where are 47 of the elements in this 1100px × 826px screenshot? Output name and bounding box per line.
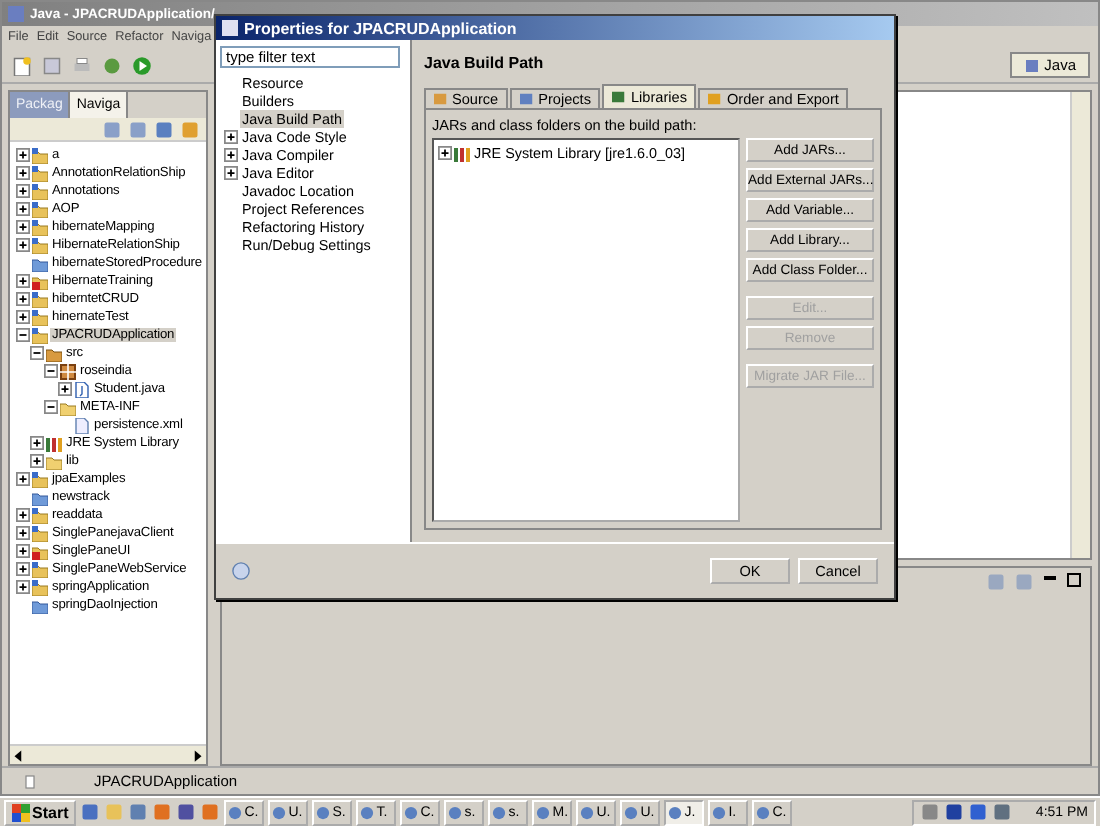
scrollbar[interactable] — [1070, 92, 1090, 558]
scrollbar[interactable] — [10, 744, 206, 764]
status-icon — [22, 773, 38, 789]
expand-icon[interactable] — [16, 220, 30, 234]
collapse-icon[interactable] — [16, 328, 30, 342]
tab-icon — [708, 92, 723, 106]
expand-icon[interactable] — [16, 202, 30, 216]
library-icon — [46, 435, 62, 451]
collapse-icon[interactable] — [44, 400, 58, 414]
package-icon — [60, 363, 76, 379]
collapse-icon[interactable] — [44, 364, 58, 378]
expand-icon[interactable] — [16, 526, 30, 540]
expand-icon[interactable] — [438, 146, 452, 160]
dialog-title: Properties for JPACRUDApplication — [244, 19, 517, 37]
expand-icon[interactable] — [58, 382, 72, 396]
expand-icon[interactable] — [16, 184, 30, 198]
expand-icon[interactable] — [16, 472, 30, 486]
tab-icon — [520, 92, 535, 106]
run-icon[interactable] — [132, 55, 152, 75]
expand-icon[interactable] — [16, 238, 30, 252]
expand-icon[interactable] — [16, 166, 30, 180]
expand-icon[interactable] — [16, 310, 30, 324]
expand-icon[interactable] — [16, 580, 30, 594]
start-button[interactable]: Start — [4, 799, 77, 825]
expand-icon[interactable] — [224, 130, 238, 144]
tab-icon — [612, 90, 627, 104]
expand-icon[interactable] — [16, 292, 30, 306]
new-icon[interactable] — [12, 55, 32, 75]
expand-icon[interactable] — [16, 274, 30, 288]
file-icon — [74, 417, 90, 433]
expand-icon[interactable] — [16, 148, 30, 162]
expand-icon[interactable] — [16, 544, 30, 558]
expand-icon[interactable] — [16, 562, 30, 576]
expand-icon[interactable] — [30, 436, 44, 450]
expand-icon[interactable] — [224, 148, 238, 162]
file-icon — [74, 381, 90, 397]
tab-icon — [434, 92, 448, 106]
windows-logo-icon — [12, 803, 30, 821]
project-folder-icon — [32, 471, 48, 487]
library-icon — [454, 145, 470, 161]
expand-icon[interactable] — [16, 508, 30, 522]
print-icon[interactable] — [72, 55, 92, 75]
expand-icon[interactable] — [224, 166, 238, 180]
expand-icon[interactable] — [30, 454, 44, 468]
maximize-icon[interactable] — [1066, 572, 1082, 588]
page-heading: Java Build Path — [424, 51, 546, 75]
collapse-icon[interactable] — [30, 346, 44, 360]
